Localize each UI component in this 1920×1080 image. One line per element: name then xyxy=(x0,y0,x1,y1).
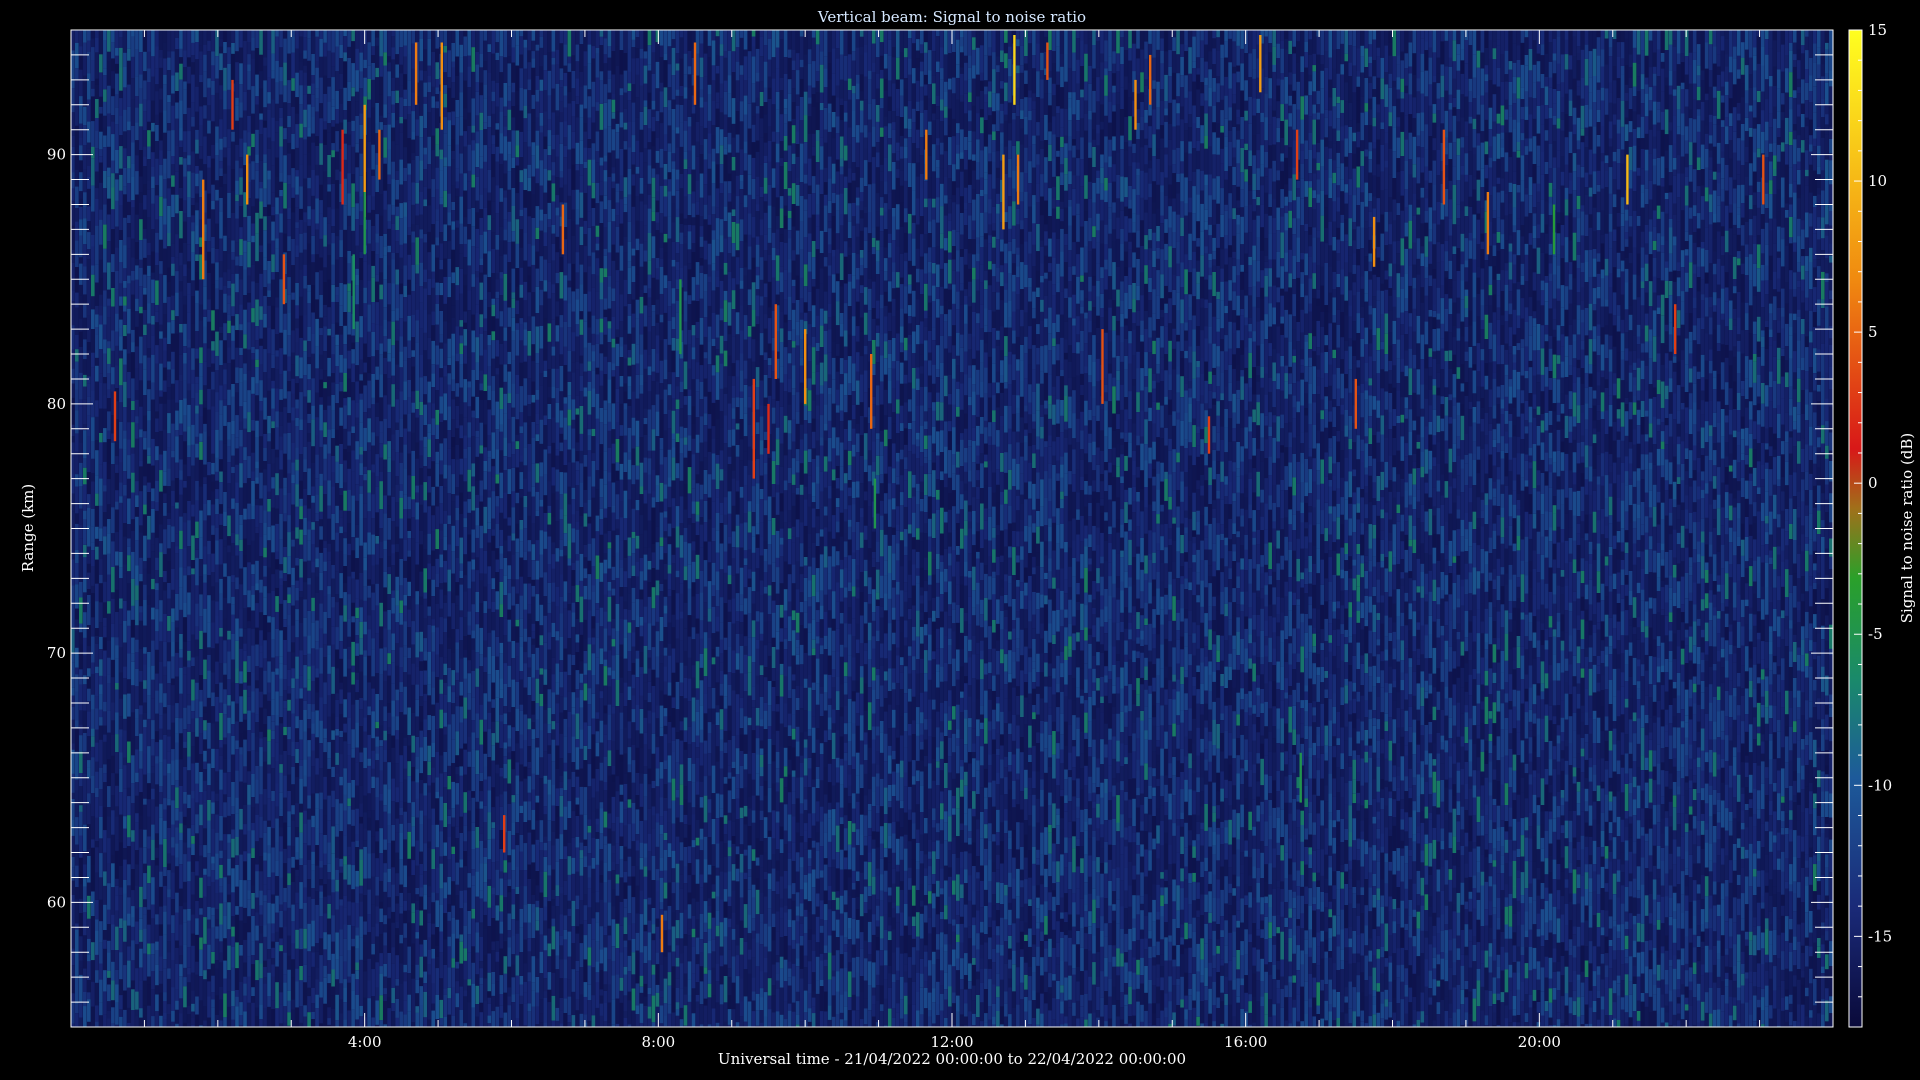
colorbar-label: Signal to noise ratio (dB) xyxy=(1898,433,1916,624)
y-tick-label-1: 70 xyxy=(47,644,66,662)
snr-event-1 xyxy=(202,180,204,280)
y-axis-label: Range (km) xyxy=(19,484,37,573)
snr-event-35 xyxy=(1487,192,1489,254)
x-axis-label: Universal time - 21/04/2022 00:00:00 to … xyxy=(718,1050,1186,1068)
snr-event-33 xyxy=(1373,217,1375,267)
snr-event-4 xyxy=(283,254,285,304)
x-tick-label-4: 20:00 xyxy=(1518,1033,1561,1051)
snr-event-34 xyxy=(1443,130,1445,205)
snr-event-27 xyxy=(1134,80,1136,130)
chart-title: Vertical beam: Signal to noise ratio xyxy=(817,8,1086,26)
x-tick-label-1: 8:00 xyxy=(641,1033,675,1051)
snr-event-40 xyxy=(874,479,876,529)
snr-event-25 xyxy=(1046,43,1048,80)
snr-event-32 xyxy=(1355,379,1357,429)
snr-event-8 xyxy=(378,130,380,180)
snr-event-11 xyxy=(503,815,505,852)
colorbar-tick-label-0: 15 xyxy=(1868,21,1887,39)
snr-event-3 xyxy=(246,155,248,205)
colorbar-tick-label-4: -5 xyxy=(1868,625,1883,643)
snr-event-19 xyxy=(804,329,806,404)
colorbar-tick-label-6: -15 xyxy=(1868,927,1892,945)
snr-event-30 xyxy=(1259,35,1261,92)
snr-event-9 xyxy=(415,43,417,105)
snr-event-6 xyxy=(353,254,355,329)
snr-event-36 xyxy=(1553,205,1555,255)
snr-event-2 xyxy=(231,80,233,130)
y-tick-label-2: 80 xyxy=(47,395,66,413)
snr-event-38 xyxy=(1674,304,1676,354)
snr-event-22 xyxy=(1002,155,1004,230)
snr-event-24 xyxy=(1017,155,1019,205)
snr-event-23 xyxy=(1013,35,1015,105)
snr-event-13 xyxy=(661,915,663,952)
chart-figure: 4:00 8:00 12:00 16:00 20:00 60 70 80 90 Vertica… xyxy=(0,0,1920,1080)
snr-event-37 xyxy=(1626,155,1628,205)
snr-event-18 xyxy=(775,304,777,379)
snr-event-20 xyxy=(870,354,872,429)
snr-event-26 xyxy=(1101,329,1103,404)
snr-event-17 xyxy=(767,404,769,454)
snr-event-5 xyxy=(341,130,343,205)
snr-event-12 xyxy=(562,205,564,255)
colorbar-tick-label-5: -10 xyxy=(1868,776,1892,794)
snr-event-39 xyxy=(1762,155,1764,205)
colorbar-tick-label-1: 10 xyxy=(1868,172,1887,190)
x-tick-label-3: 16:00 xyxy=(1224,1033,1267,1051)
snr-event-31 xyxy=(1296,130,1298,180)
y-tick-label-3: 90 xyxy=(47,146,66,164)
snr-event-28 xyxy=(1149,55,1151,105)
y-tick-label-0: 60 xyxy=(47,893,66,911)
snr-event-15 xyxy=(694,43,696,105)
snr-event-14 xyxy=(679,279,681,354)
snr-event-42 xyxy=(364,192,366,254)
colorbar-tick-label-2: 5 xyxy=(1868,323,1878,341)
colorbar xyxy=(1849,30,1862,1027)
snr-event-0 xyxy=(114,391,116,441)
snr-event-10 xyxy=(441,43,443,130)
x-tick-label-0: 4:00 xyxy=(348,1033,382,1051)
snr-event-41 xyxy=(1300,753,1302,803)
colorbar-tick-label-3: 0 xyxy=(1868,474,1878,492)
snr-event-29 xyxy=(1208,416,1210,453)
snr-event-16 xyxy=(753,379,755,479)
snr-event-21 xyxy=(925,130,927,180)
x-tick-label-2: 12:00 xyxy=(930,1033,973,1051)
